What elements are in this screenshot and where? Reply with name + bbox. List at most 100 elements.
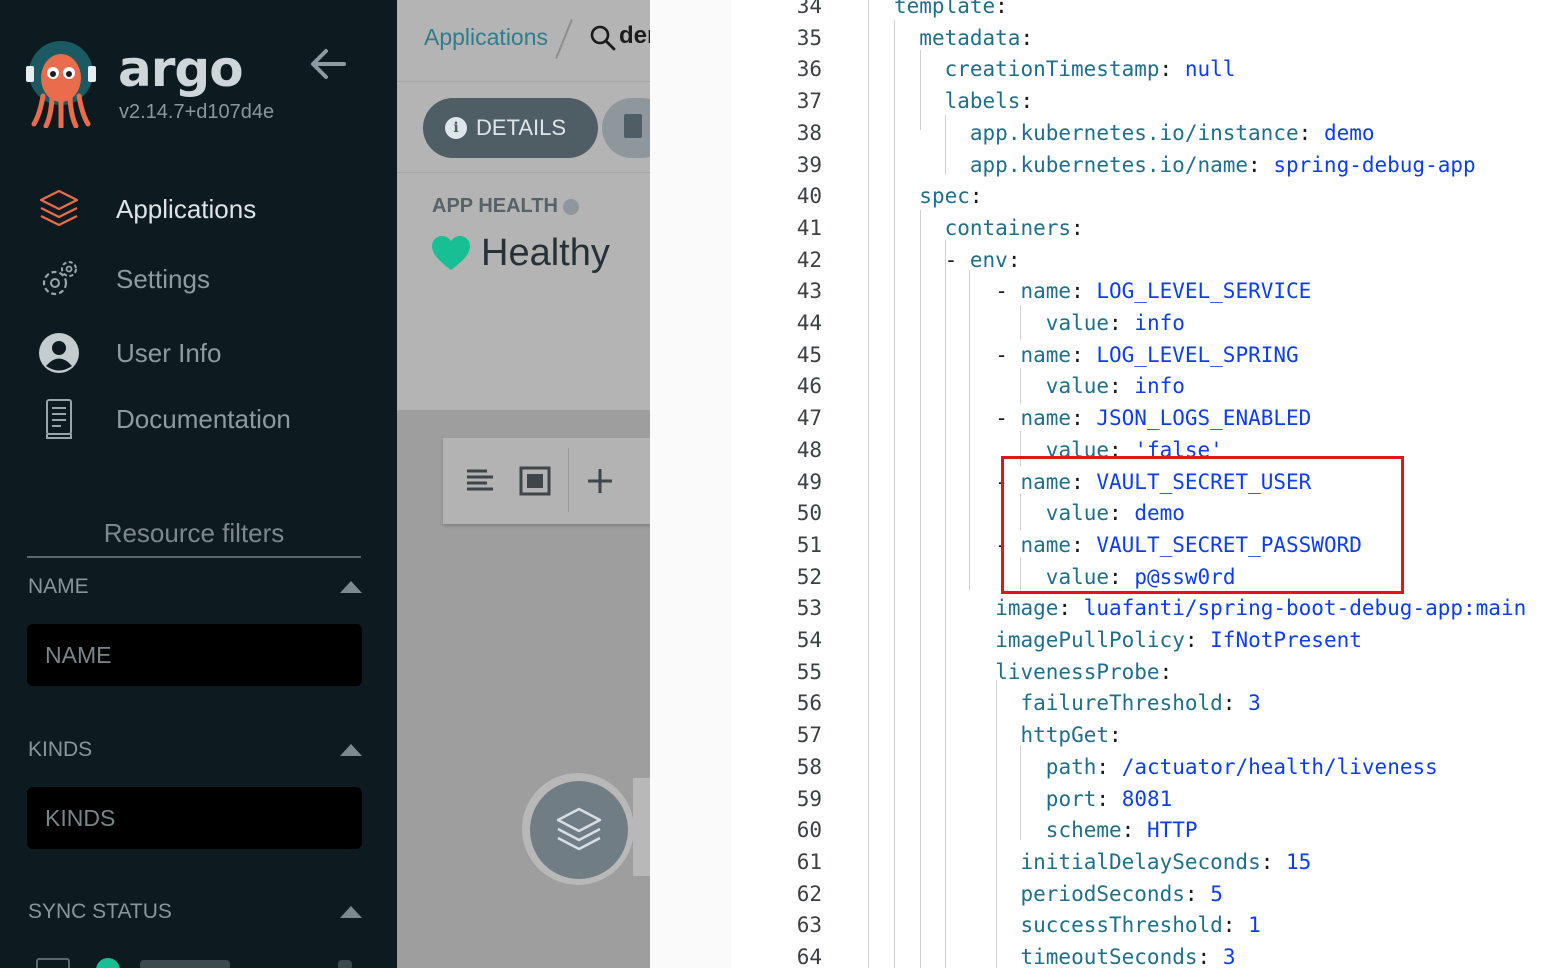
code-line: 53 image: luafanti/spring-boot-debug-app:… [650,592,1545,624]
yaml-value: info [1134,374,1185,399]
code-content: app.kubernetes.io/name: spring-debug-app [970,149,1476,181]
yaml-colon: : [1071,406,1084,431]
code-content: initialDelaySeconds: 15 [1021,846,1312,878]
gear-icon [36,256,82,302]
yaml-colon: : [1121,818,1135,843]
app-health-value: Healthy [481,232,610,274]
sync-status-option-count [338,960,352,968]
code-line: 64 timeoutSeconds: 3 [650,941,1545,968]
breadcrumb-app-name[interactable]: der [619,22,650,50]
yaml-colon: : [1184,881,1198,906]
yaml-key: image [995,596,1059,621]
sidebar: argo v2.14.7+d107d4e Applications Settin… [0,0,397,968]
sync-status-checkbox[interactable] [36,958,70,968]
name-filter-input[interactable] [27,624,362,686]
resource-view-toolbar [443,438,650,524]
yaml-key: imagePullPolicy [995,628,1185,652]
line-number: 62 [796,881,822,906]
list-view-icon[interactable] [463,464,497,498]
yaml-value: spring-debug-app [1273,152,1476,177]
yaml-key: value [1045,374,1110,399]
yaml-value: /actuator/health/liveness [1121,754,1438,779]
line-number: 36 [796,57,822,82]
sidebar-item-user-info[interactable]: User Info [36,328,376,378]
code-content: livenessProbe: [995,656,1172,688]
help-icon[interactable] [562,198,579,215]
resources-floating-button[interactable] [530,781,628,879]
yaml-key: app.kubernetes.io/name [969,152,1249,177]
yaml-colon: : [1058,596,1072,621]
tree-view-icon[interactable] [518,464,552,498]
yaml-colon: : [1222,913,1236,938]
document-icon [624,114,642,138]
line-number: 35 [796,25,822,50]
sidebar-item-label: Documentation [116,403,291,434]
code-content: port: 8081 [1046,783,1172,815]
kinds-filter-input[interactable] [27,787,362,849]
sync-status-filter-header[interactable]: SYNC STATUS [28,897,364,927]
line-number: 56 [796,691,822,716]
app-health-label: APP HEALTH [432,195,579,218]
code-line: 39 app.kubernetes.io/name: spring-debug-a… [650,149,1545,181]
line-number: 64 [796,945,822,968]
sidebar-item-applications[interactable]: Applications [36,184,376,234]
code-line: 58 path: /actuator/health/liveness [650,751,1545,783]
heart-icon [432,235,470,270]
code-line: 61 initialDelaySeconds: 15 [650,846,1545,878]
caret-up-icon[interactable] [340,581,362,593]
breadcrumb-separator [555,19,573,59]
code-line: 60 scheme: HTTP [650,814,1545,846]
list-dash: - [995,406,1021,431]
yaml-colon: : [1096,754,1110,779]
line-number: 39 [796,152,822,177]
details-button[interactable]: i DETAILS [423,98,598,158]
code-content: httpGet: [1021,719,1122,751]
line-number: 54 [796,628,822,652]
name-filter-header[interactable]: NAME [28,572,364,602]
breadcrumb-applications-link[interactable]: Applications [424,24,548,51]
code-line: 37 labels: [650,85,1545,117]
code-content: - name: LOG_LEVEL_SERVICE [995,275,1311,307]
caret-up-icon[interactable] [340,744,362,756]
sidebar-item-settings[interactable]: Settings [36,254,376,304]
line-number: 60 [796,818,822,843]
line-number: 38 [796,120,822,145]
code-line: 45 - name: LOG_LEVEL_SPRING [650,339,1545,371]
yaml-key: labels [944,89,1021,114]
code-content: value: info [1046,307,1185,339]
code-content: - name: JSON_LOGS_ENABLED [995,402,1311,434]
info-icon: i [445,117,467,139]
caret-up-icon[interactable] [340,906,362,918]
yaml-colon: : [1071,279,1084,304]
collapse-sidebar-arrow-icon[interactable] [308,46,348,82]
code-line: 56 failureThreshold: 3 [650,687,1545,719]
yaml-colon: : [1298,120,1312,145]
yaml-value: 3 [1248,691,1261,716]
code-line: 36 creationTimestamp: null [650,53,1545,85]
search-icon[interactable] [589,24,617,52]
sidebar-item-label: Applications [116,193,257,224]
sidebar-item-documentation[interactable]: Documentation [36,394,376,444]
code-line: 40 spec: [650,180,1545,212]
code-content: - name: LOG_LEVEL_SPRING [995,339,1298,371]
yaml-key: template [894,0,996,18]
kinds-filter-header[interactable]: KINDS [28,735,364,765]
yaml-key: scheme [1045,818,1122,843]
yaml-value: info [1134,311,1185,335]
plus-icon[interactable] [583,464,617,498]
yaml-manifest-editor[interactable]: 34 template: 35 metadata: 36 creationTimestam… [650,0,1545,968]
yaml-colon: : [1109,374,1122,399]
code-content: periodSeconds: 5 [1021,878,1223,910]
layers-icon [556,807,602,851]
yaml-key: spec [919,184,970,209]
yaml-key: livenessProbe [995,659,1160,684]
